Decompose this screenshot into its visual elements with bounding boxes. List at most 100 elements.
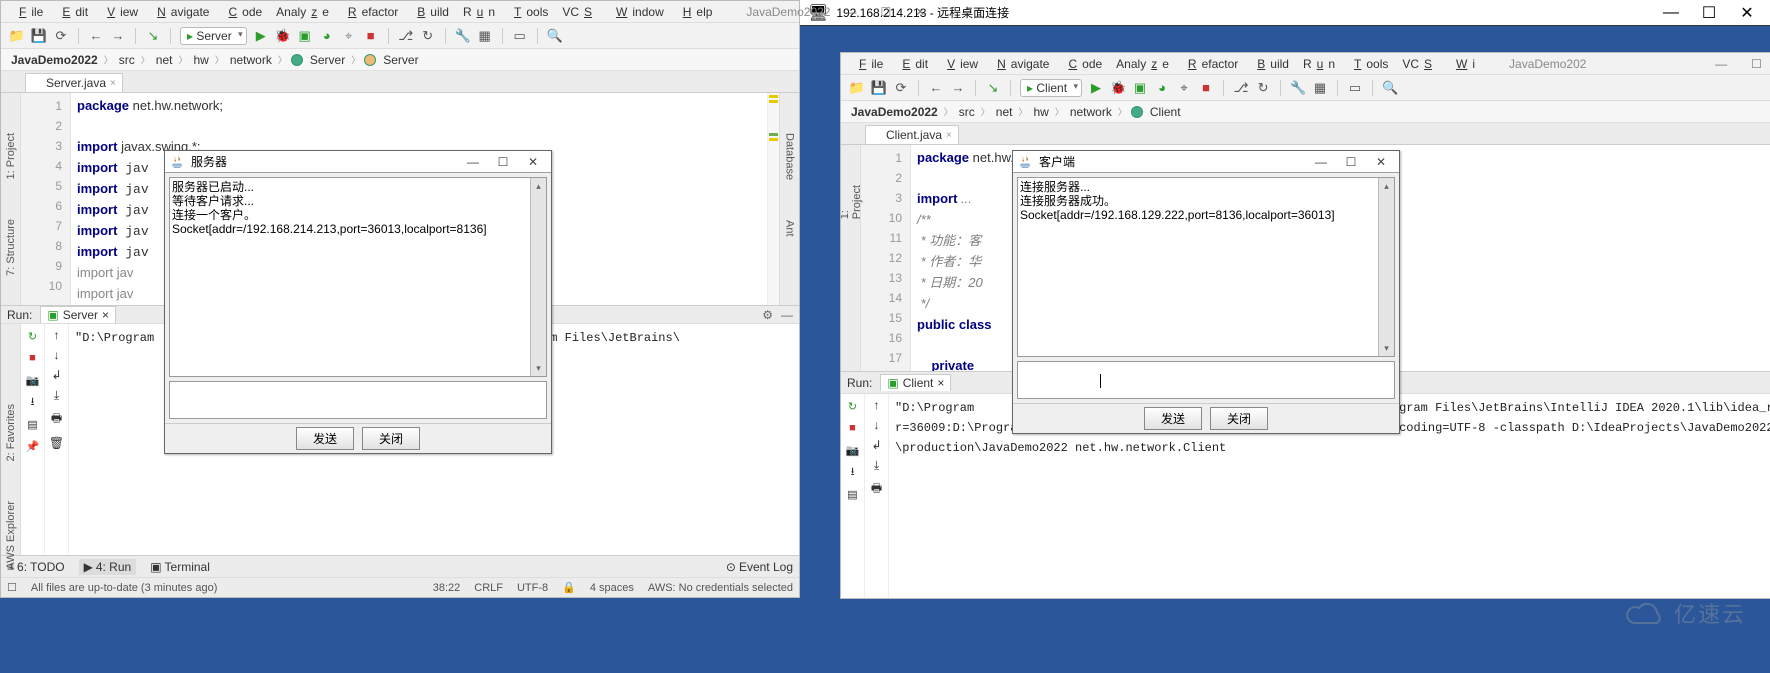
menu-edit[interactable]: Edit bbox=[52, 3, 93, 21]
run-tab[interactable]: ▣Server× bbox=[40, 306, 116, 323]
layout-ico[interactable]: ▤ bbox=[25, 416, 41, 432]
scrollbar[interactable]: ▴▾ bbox=[530, 178, 546, 376]
menu-run[interactable]: Run bbox=[458, 3, 500, 21]
forward-icon[interactable]: → bbox=[110, 28, 126, 44]
layout-icon[interactable]: ▭ bbox=[512, 28, 528, 44]
bc-network[interactable]: network bbox=[1068, 105, 1114, 119]
rerun-icon[interactable]: ↻ bbox=[845, 398, 861, 414]
structure-icon[interactable]: ▦ bbox=[477, 28, 493, 44]
terminal-tab[interactable]: ▣ Terminal bbox=[150, 560, 210, 574]
profile-icon[interactable]: ◕ bbox=[319, 28, 335, 44]
run-bottom-tab[interactable]: ▶ 4: Run bbox=[79, 559, 137, 575]
client-input-field[interactable] bbox=[1017, 361, 1395, 399]
build-icon[interactable]: ↘ bbox=[985, 80, 1001, 96]
back-icon[interactable]: ← bbox=[928, 80, 944, 96]
menu-view[interactable]: View bbox=[937, 55, 983, 73]
menu-analyze[interactable]: Analyze bbox=[271, 3, 334, 21]
update-icon[interactable]: ↻ bbox=[1255, 80, 1271, 96]
close-icon[interactable]: ✕ bbox=[1732, 3, 1762, 23]
client-log-textarea[interactable]: 连接服务器... 连接服务器成功。 Socket[addr=/192.168.1… bbox=[1017, 177, 1395, 357]
stop-icon[interactable]: ■ bbox=[1198, 80, 1214, 96]
clear-icon[interactable]: 🗑 bbox=[49, 436, 64, 450]
coverage-icon[interactable]: ▣ bbox=[1132, 80, 1148, 96]
send-button[interactable]: 发送 bbox=[1144, 407, 1202, 430]
build-icon[interactable]: ↘ bbox=[145, 28, 161, 44]
close-icon[interactable]: ✕ bbox=[910, 3, 930, 21]
bc-class[interactable]: Server bbox=[308, 53, 347, 67]
exit-icon[interactable]: ⭳ bbox=[845, 464, 861, 480]
maximize-icon[interactable]: ☐ bbox=[1746, 55, 1767, 73]
search-icon[interactable]: 🔍 bbox=[547, 28, 563, 44]
menu-edit[interactable]: Edit bbox=[892, 55, 933, 73]
menu-file[interactable]: File bbox=[9, 3, 48, 21]
debug-icon[interactable]: 🐞 bbox=[1110, 80, 1126, 96]
run-icon[interactable]: ▶ bbox=[1088, 80, 1104, 96]
bc-net[interactable]: net bbox=[994, 105, 1015, 119]
bc-src[interactable]: src bbox=[117, 53, 137, 67]
scroll-icon[interactable]: ⤓ bbox=[874, 458, 879, 473]
bc-net[interactable]: net bbox=[154, 53, 175, 67]
menu-refactor[interactable]: Refactor bbox=[338, 3, 403, 21]
down-icon[interactable]: ↓ bbox=[54, 348, 60, 362]
print-icon[interactable]: 🖶 bbox=[51, 409, 62, 430]
wrap-icon[interactable]: ↲ bbox=[871, 438, 881, 452]
client-dialog[interactable]: 客户端 — ☐ ✕ 连接服务器... 连接服务器成功。 Socket[addr=… bbox=[1012, 150, 1400, 434]
maximize-icon[interactable]: ☐ bbox=[1694, 3, 1724, 23]
event-log-tab[interactable]: ⊙ Event Log bbox=[726, 560, 793, 574]
menu-tools[interactable]: Tools bbox=[504, 3, 553, 21]
menu-tools[interactable]: Tools bbox=[1344, 55, 1393, 73]
bc-hw[interactable]: hw bbox=[1031, 105, 1050, 119]
scrollbar[interactable]: ▴▾ bbox=[1378, 178, 1394, 356]
maximize-icon[interactable]: ☐ bbox=[491, 155, 515, 169]
attach-icon[interactable]: ⌖ bbox=[1176, 80, 1192, 96]
scroll-icon[interactable]: ⤓ bbox=[54, 388, 59, 403]
open-icon[interactable]: 📁 bbox=[9, 28, 25, 44]
maximize-icon[interactable]: ☐ bbox=[875, 3, 896, 21]
run-config-selector[interactable]: ▸ Client bbox=[1020, 79, 1082, 97]
rerun-icon[interactable]: ↻ bbox=[25, 328, 41, 344]
back-icon[interactable]: ← bbox=[88, 28, 104, 44]
pin-icon[interactable]: 📌 bbox=[25, 438, 41, 454]
layout-ico[interactable]: ▤ bbox=[845, 486, 861, 502]
menu-build[interactable]: Build bbox=[1247, 55, 1294, 73]
menu-view[interactable]: View bbox=[97, 3, 143, 21]
wrench-icon[interactable]: 🔧 bbox=[1290, 80, 1306, 96]
menu-vcs[interactable]: VCS bbox=[557, 3, 602, 21]
layout-icon[interactable]: ▭ bbox=[1347, 80, 1363, 96]
attach-icon[interactable]: ⌖ bbox=[341, 28, 357, 44]
print-icon[interactable]: 🖶 bbox=[871, 479, 882, 500]
bc-hw[interactable]: hw bbox=[191, 53, 210, 67]
up-icon[interactable]: ↑ bbox=[874, 398, 880, 412]
vcs-icon[interactable]: ⎇ bbox=[398, 28, 414, 44]
refresh-icon[interactable]: ⟳ bbox=[893, 80, 909, 96]
structure-tool[interactable]: 7: Structure bbox=[5, 219, 17, 276]
encoding[interactable]: UTF-8 bbox=[517, 582, 548, 594]
favorites-tool[interactable]: 2: Favorites bbox=[5, 404, 17, 461]
lock-icon[interactable]: 🔒 bbox=[562, 581, 576, 594]
menu-vcs[interactable]: VCS bbox=[1397, 55, 1442, 73]
debug-icon[interactable]: 🐞 bbox=[275, 28, 291, 44]
wrench-icon[interactable]: 🔧 bbox=[455, 28, 471, 44]
search-icon[interactable]: 🔍 bbox=[1382, 80, 1398, 96]
wrap-icon[interactable]: ↲ bbox=[51, 368, 61, 382]
caret-pos[interactable]: 38:22 bbox=[433, 582, 461, 594]
project-tool[interactable]: 1: Project bbox=[841, 185, 863, 219]
maximize-icon[interactable]: ☐ bbox=[1339, 155, 1363, 169]
aws-status[interactable]: AWS: No credentials selected bbox=[648, 582, 793, 594]
run-tab[interactable]: ▣Client× bbox=[880, 374, 951, 391]
menu-window[interactable]: Window bbox=[606, 3, 669, 21]
line-sep[interactable]: CRLF bbox=[474, 582, 503, 594]
bc-class[interactable]: Client bbox=[1148, 105, 1183, 119]
server-dialog-titlebar[interactable]: 服务器 — ☐ ✕ bbox=[165, 151, 551, 173]
open-icon[interactable]: 📁 bbox=[849, 80, 865, 96]
close-icon[interactable]: ✕ bbox=[521, 155, 545, 169]
server-dialog[interactable]: 服务器 — ☐ ✕ 服务器已启动... 等待客户请求... 连接一个客户。 So… bbox=[164, 150, 552, 454]
server-log-textarea[interactable]: 服务器已启动... 等待客户请求... 连接一个客户。 Socket[addr=… bbox=[169, 177, 547, 377]
menu-code[interactable]: Code bbox=[218, 3, 267, 21]
close-button[interactable]: 关闭 bbox=[1210, 407, 1268, 430]
minimize-icon[interactable]: — bbox=[461, 155, 485, 169]
ant-tool[interactable]: Ant bbox=[784, 220, 796, 237]
vcs-icon[interactable]: ⎇ bbox=[1233, 80, 1249, 96]
down-icon[interactable]: ↓ bbox=[874, 418, 880, 432]
rdp-titlebar[interactable]: 🖥 192.168.214.213 - 远程桌面连接 — ☐ ✕ bbox=[800, 0, 1770, 26]
